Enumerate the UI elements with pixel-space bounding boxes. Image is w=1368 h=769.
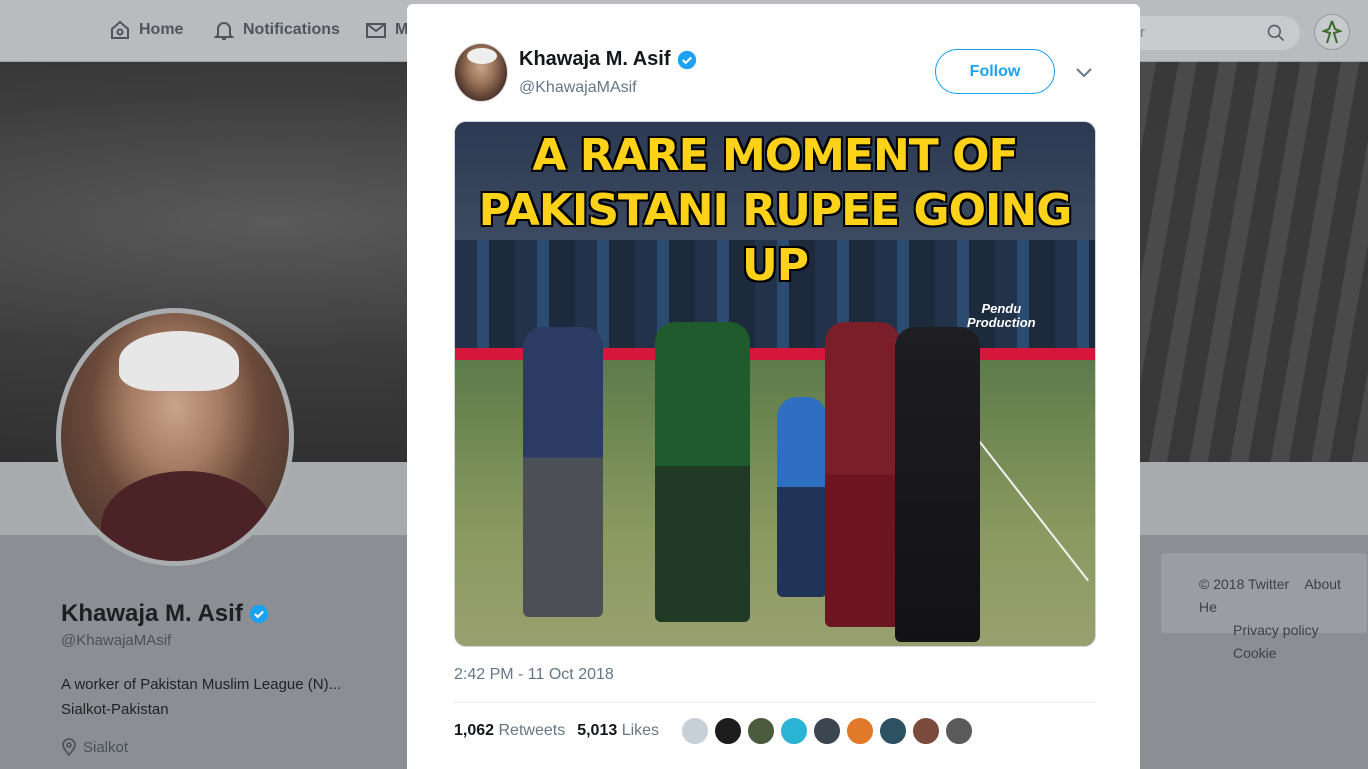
liker-avatar[interactable] (812, 716, 842, 746)
footer-copyright: © 2018 Twitter (1199, 576, 1290, 592)
liker-avatar[interactable] (680, 716, 710, 746)
media-person-presenter (523, 327, 603, 617)
envelope-icon (366, 23, 386, 38)
nav-messages[interactable]: M (364, 18, 408, 42)
tweet-author-handle[interactable]: @KhawajaMAsif (519, 79, 637, 97)
nav-home-label: Home (139, 21, 184, 38)
media-person-westindies-captain (825, 322, 900, 627)
profile-location: Sialkot (61, 738, 128, 756)
tweet-author-name-text: Khawaja M. Asif (519, 48, 671, 70)
profile-name-text: Khawaja M. Asif (61, 600, 243, 627)
nav-home[interactable]: Home (108, 18, 183, 42)
likes-label: Likes (621, 722, 660, 739)
profile-bio-line1: A worker of Pakistan Muslim League (N)..… (61, 676, 342, 693)
liker-avatar[interactable] (845, 716, 875, 746)
location-pin-icon (62, 738, 76, 756)
banner-flag-image (1138, 62, 1368, 462)
stats-divider (454, 702, 1096, 703)
chevron-down-icon[interactable] (1075, 66, 1093, 80)
nav-notifications[interactable]: Notifications (212, 18, 340, 42)
follow-button[interactable]: Follow (935, 49, 1055, 94)
tweet-timestamp[interactable]: 2:42 PM - 11 Oct 2018 (454, 666, 614, 684)
tweet-author-name[interactable]: Khawaja M. Asif (519, 48, 697, 71)
verified-badge-icon (677, 50, 696, 69)
bell-icon (213, 22, 235, 40)
footer-privacy-link[interactable]: Privacy policy (1233, 622, 1319, 638)
profile-location-text: Sialkot (83, 738, 129, 756)
footer-links: © 2018 Twitter About He Privacy policy C… (1160, 552, 1368, 661)
media-watermark-line1: Pendu (981, 301, 1022, 316)
footer-cookies-link[interactable]: Cookie (1233, 645, 1277, 661)
search-placeholder: r (1140, 24, 1145, 41)
media-watermark: Pendu Production (967, 302, 1036, 330)
tweet-author-avatar-hair (467, 48, 497, 64)
profile-bio: A worker of Pakistan Muslim League (N)..… (61, 672, 341, 722)
media-headline-line2: PAKISTANI RUPEE GOING UP (478, 185, 1073, 291)
liker-avatar[interactable] (911, 716, 941, 746)
search-icon[interactable] (1266, 23, 1286, 43)
retweets-count: 1,062 (454, 722, 495, 739)
avatar-hair (119, 331, 239, 391)
tweet-media-image[interactable]: A RARE MOMENT OF PAKISTANI RUPEE GOING U… (454, 121, 1096, 647)
profile-bio-line2: Sialkot-Pakistan (61, 701, 169, 718)
liker-avatar[interactable] (878, 716, 908, 746)
media-watermark-line2: Production (967, 315, 1036, 330)
retweets-label: Retweets (498, 722, 566, 739)
verified-badge-icon (249, 604, 268, 624)
home-icon (111, 20, 129, 39)
media-person-referee (895, 327, 980, 642)
tweet-modal: Khawaja M. Asif @KhawajaMAsif Follow A R… (407, 4, 1140, 769)
footer-help-link[interactable]: He (1199, 599, 1217, 615)
liker-avatar[interactable] (746, 716, 776, 746)
account-avatar-icon (1321, 20, 1343, 44)
likes-stat[interactable]: 5,013 Likes (577, 722, 659, 740)
tweet-author-avatar[interactable] (454, 43, 508, 102)
media-person-child (777, 397, 827, 597)
avatar-coat (101, 471, 271, 561)
profile-avatar[interactable] (56, 308, 294, 566)
tweet-stats: 1,062 Retweets 5,013 Likes (454, 722, 659, 740)
footer-about-link[interactable]: About (1304, 576, 1341, 592)
account-avatar[interactable] (1314, 14, 1350, 50)
nav-notifications-label: Notifications (243, 21, 340, 38)
liker-avatar[interactable] (713, 716, 743, 746)
profile-name: Khawaja M. Asif (61, 600, 269, 628)
likers-avatars (680, 716, 974, 746)
likes-count: 5,013 (577, 722, 618, 739)
media-headline: A RARE MOMENT OF PAKISTANI RUPEE GOING U… (455, 128, 1095, 293)
media-person-pakistan-captain (655, 322, 750, 622)
liker-avatar[interactable] (944, 716, 974, 746)
profile-handle: @KhawajaMAsif (61, 632, 172, 649)
media-headline-line1: A RARE MOMENT OF (532, 130, 1018, 181)
retweets-stat[interactable]: 1,062 Retweets (454, 722, 565, 740)
liker-avatar[interactable] (779, 716, 809, 746)
